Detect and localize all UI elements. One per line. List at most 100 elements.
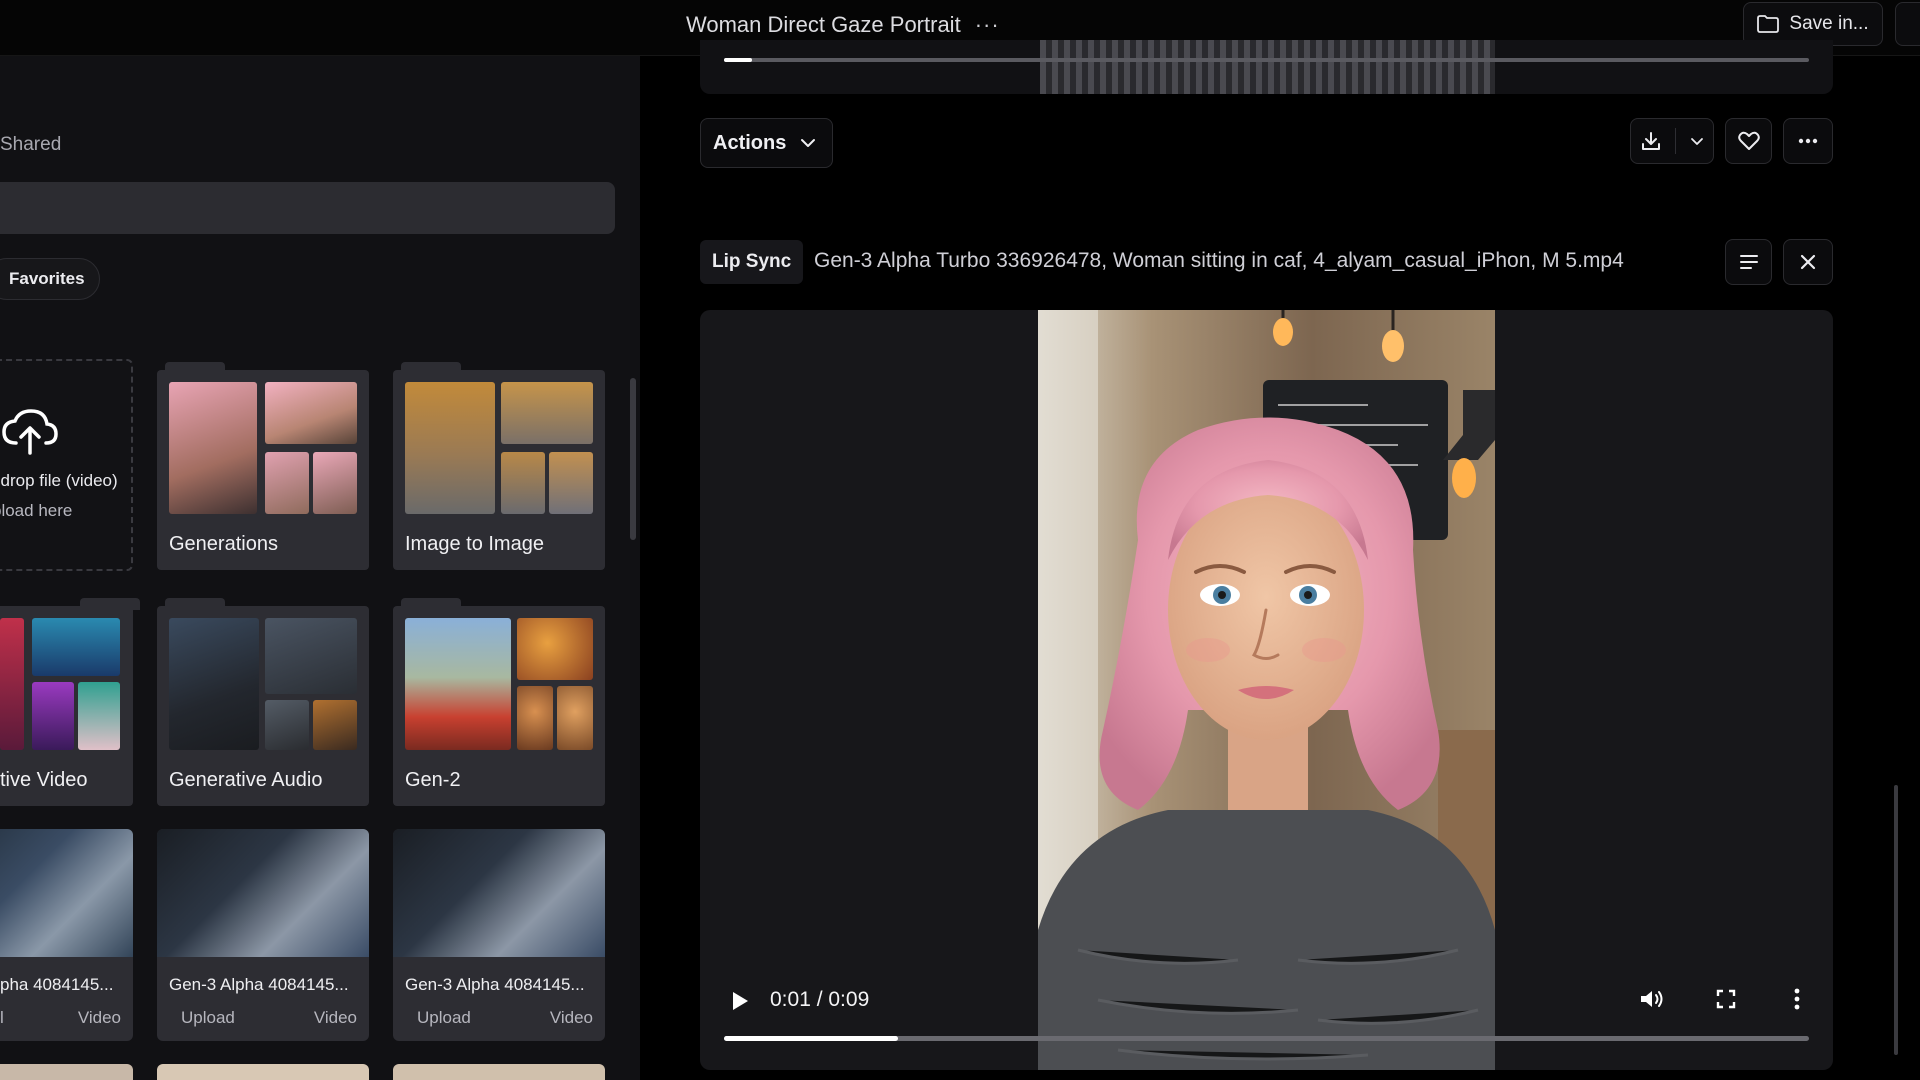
- share-button[interactable]: [1895, 2, 1920, 46]
- download-icon[interactable]: [1641, 131, 1661, 151]
- thumbnail: [265, 452, 309, 514]
- thumbnail: [313, 452, 357, 514]
- folder-generative-video[interactable]: tive Video: [0, 598, 140, 806]
- folder-label: Generative Audio: [169, 769, 323, 791]
- previous-video-progress-fill: [724, 58, 753, 62]
- thumbnail: [405, 618, 511, 750]
- chevron-down-icon[interactable]: [1690, 137, 1704, 146]
- video-player[interactable]: 0:01 / 0:09: [700, 310, 1833, 1070]
- media-source: l: [0, 1008, 4, 1027]
- thumbnail: [32, 682, 74, 750]
- panel-scrollbar[interactable]: [630, 378, 636, 540]
- fullscreen-button[interactable]: [1711, 984, 1741, 1014]
- media-title: Gen-3 Alpha 4084145...: [405, 975, 585, 994]
- play-icon[interactable]: [730, 990, 750, 1012]
- previous-video-progress[interactable]: [724, 58, 1809, 62]
- video-frame[interactable]: [1038, 310, 1495, 1070]
- asset-search-input[interactable]: [0, 182, 615, 234]
- upload-hint: pload here: [0, 501, 73, 520]
- asset-file-name: Gen-3 Alpha Turbo 336926478, Woman sitti…: [814, 249, 1624, 272]
- thumbnail: [169, 618, 259, 750]
- thumbnail: [313, 700, 357, 750]
- thumbnail: [32, 618, 120, 676]
- close-button[interactable]: [1783, 239, 1833, 285]
- upload-cloud-icon: [2, 409, 58, 455]
- favorite-button[interactable]: [1725, 118, 1772, 164]
- folder-image-to-image[interactable]: Image to Image: [393, 362, 605, 570]
- thumbnail: [169, 382, 257, 514]
- video-portrait-image: [1038, 310, 1495, 1070]
- folder-tab: [401, 362, 461, 374]
- playback-progress-bar[interactable]: [724, 1036, 1809, 1041]
- upload-dropzone[interactable]: l drop file (video) pload here: [0, 359, 133, 571]
- media-card[interactable]: Gen-3 Alpha 4084145... Upload Video: [157, 829, 369, 1041]
- thumbnail: [265, 382, 357, 444]
- divider: [1674, 128, 1676, 154]
- document-title-group: Woman Direct Gaze Portrait ···: [686, 10, 1000, 40]
- favorites-label: Favorites: [9, 269, 85, 288]
- thumbnail: [501, 382, 593, 444]
- menu-lines-icon: [1739, 255, 1758, 269]
- thumbnail: [549, 452, 593, 514]
- volume-icon: [1641, 991, 1663, 1007]
- thumbnail: [405, 382, 495, 514]
- media-thumbnail: [393, 829, 605, 957]
- media-thumbnail: [157, 829, 369, 957]
- viewer-scrollbar[interactable]: [1894, 785, 1898, 1055]
- thumbnail: [78, 682, 120, 750]
- thumbnail: [265, 700, 309, 750]
- more-options-button[interactable]: [1783, 118, 1833, 164]
- actions-dropdown[interactable]: Actions: [700, 118, 833, 168]
- folder-label: Generations: [169, 533, 278, 555]
- folder-icon: [1757, 15, 1780, 33]
- more-vertical-icon: [1794, 988, 1800, 1010]
- previous-video-player: [700, 40, 1833, 94]
- folder-tab: [165, 598, 225, 610]
- playback-time: 0:01 / 0:09: [770, 988, 870, 1011]
- media-card-peek[interactable]: [157, 1064, 369, 1080]
- folder-tab: [80, 598, 140, 610]
- media-type: Video: [549, 1008, 593, 1027]
- fullscreen-icon: [1716, 989, 1736, 1009]
- thumbnail: [517, 618, 593, 680]
- volume-button[interactable]: [1637, 984, 1667, 1014]
- download-split-button[interactable]: [1630, 118, 1714, 164]
- media-card-peek[interactable]: [393, 1064, 605, 1080]
- shared-tab[interactable]: Shared: [0, 134, 61, 156]
- lip-sync-badge: Lip Sync: [700, 240, 804, 284]
- thumbnail: [517, 686, 553, 750]
- playback-progress-fill: [724, 1036, 898, 1041]
- favorites-filter-chip[interactable]: Favorites: [0, 258, 100, 300]
- heart-icon: [1737, 131, 1760, 150]
- media-card-peek[interactable]: [0, 1064, 133, 1080]
- chevron-down-icon: [801, 139, 816, 147]
- media-type: Video: [77, 1008, 121, 1027]
- previous-video-frame: [1040, 40, 1495, 94]
- title-more-icon[interactable]: ···: [975, 12, 1000, 38]
- assets-panel: Shared Favorites l drop file (video) plo…: [0, 56, 640, 1080]
- folder-generations[interactable]: Generations: [157, 362, 369, 570]
- media-thumbnail: [0, 829, 133, 957]
- folder-tab: [165, 362, 225, 374]
- folder-tab: [401, 598, 461, 610]
- folder-label: Image to Image: [405, 533, 544, 555]
- folder-generative-audio[interactable]: Generative Audio: [157, 598, 369, 806]
- media-card[interactable]: Gen-3 Alpha 4084145... Upload Video: [393, 829, 605, 1041]
- player-menu-button[interactable]: [1782, 984, 1812, 1014]
- details-button[interactable]: [1725, 239, 1772, 285]
- media-title: Gen-3 Alpha 4084145...: [169, 975, 349, 994]
- document-title[interactable]: Woman Direct Gaze Portrait: [686, 12, 961, 38]
- media-type: Video: [313, 1008, 357, 1027]
- media-source: Upload: [181, 1008, 235, 1027]
- media-card[interactable]: pha 4084145... l Video: [0, 829, 133, 1041]
- thumbnail: [265, 618, 357, 694]
- close-icon: [1800, 254, 1816, 270]
- actions-label: Actions: [713, 131, 787, 154]
- thumbnail: [557, 686, 593, 750]
- folder-label: tive Video: [0, 769, 88, 791]
- lip-sync-label: Lip Sync: [712, 251, 792, 272]
- folder-gen-2[interactable]: Gen-2: [393, 598, 605, 806]
- thumbnail: [501, 452, 545, 514]
- thumbnail: [0, 618, 24, 750]
- media-title: pha 4084145...: [0, 975, 114, 994]
